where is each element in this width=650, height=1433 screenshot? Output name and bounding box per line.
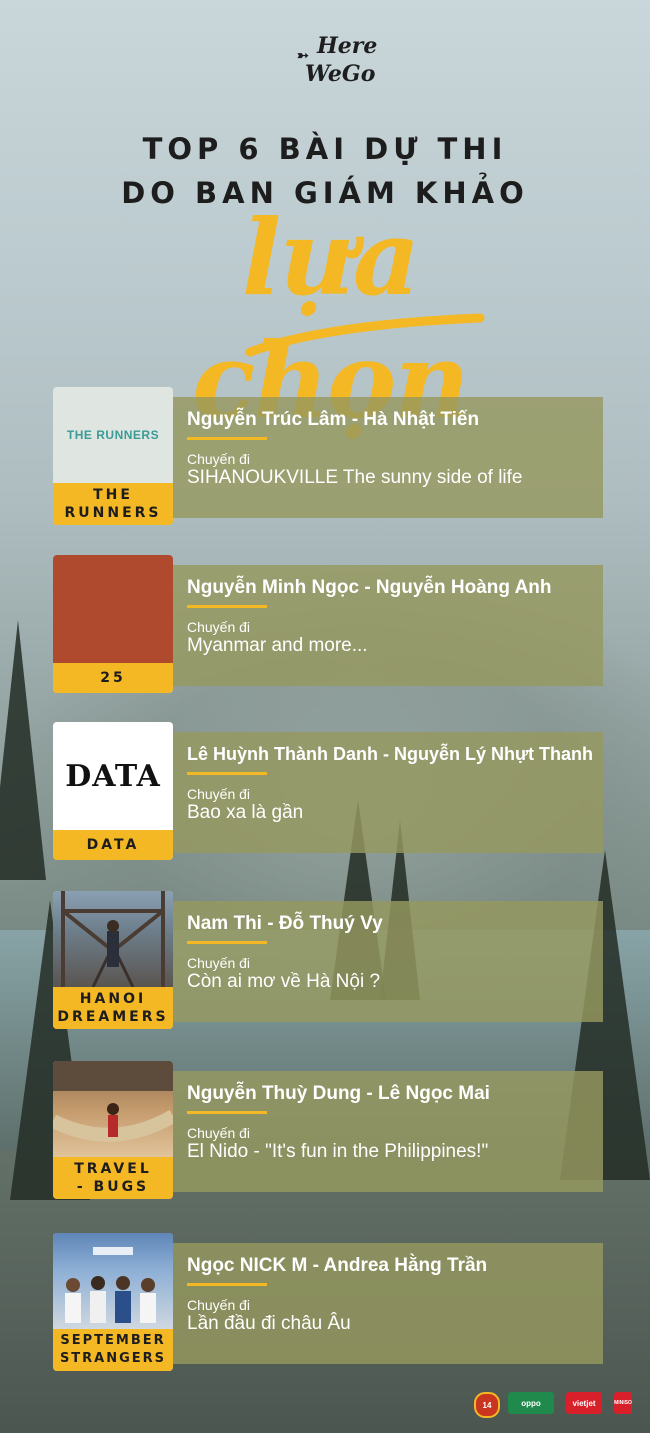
accent-underline [187,1111,267,1114]
entry-thumbnail[interactable]: THE RUNNERS THE RUNNERS [53,387,173,525]
team-photo [53,1233,173,1329]
entry-subtitle: Chuyến đi [187,1125,251,1141]
entry-thumbnail[interactable]: HANOI DREAMERS [53,891,173,1029]
hammock-photo-icon [53,1061,173,1142]
entry-trip: Bao xa là gần [187,802,304,823]
team-logo-image: THE RUNNERS [53,387,173,483]
accent-underline [187,772,267,775]
team-name-label: DATA [53,830,173,860]
group-photo-icon [65,1247,156,1323]
entry-subtitle: Chuyến đi [187,619,251,635]
logo-line2: WeGo [305,61,376,87]
entry-thumbnail[interactable]: TRAVEL - BUGS [53,1061,173,1199]
entry-card[interactable]: DATA DATA Lê Huỳnh Thành Danh - Nguyễn L… [53,722,603,862]
team-logo-text: DATA [65,758,161,794]
entry-trip: Lần đầu đi châu Âu [187,1313,351,1334]
entry-card[interactable]: TRAVEL - BUGS Nguyễn Thuỳ Dung - Lê Ngọc… [53,1061,603,1201]
entry-subtitle: Chuyến đi [187,451,251,467]
entry-thumbnail[interactable]: 25 [53,555,173,693]
logo-line1: Here [317,33,378,59]
entry-card[interactable]: 25 Nguyễn Minh Ngọc - Nguyễn Hoàng Anh C… [53,555,603,695]
bridge-photo-icon [61,891,165,987]
sponsor-logos: 14 oppo vietjet MINISO [470,1388,640,1422]
entry-names: Nguyễn Minh Ngọc - Nguyễn Hoàng Anh [187,577,552,598]
entry-trip: Myanmar and more... [187,635,368,656]
entry-trip: El Nido - "It's fun in the Philippines!" [187,1141,489,1162]
team-logo-text: THE RUNNERS [66,428,160,442]
team-name-label: THE RUNNERS [53,483,173,525]
sponsor-vietjet-logo: vietjet [566,1392,602,1414]
entry-card[interactable]: HANOI DREAMERS Nam Thi - Đỗ Thuý Vy Chuy… [53,891,603,1031]
team-logo-image: DATA [53,722,173,830]
entry-trip: Còn ai mơ về Hà Nội ? [187,971,381,992]
entry-trip: SIHANOUKVILLE The sunny side of life [187,467,523,488]
team-photo [53,1061,173,1157]
team-name-label: HANOI DREAMERS [53,987,173,1029]
sponsor-miniso-logo: MINISO [614,1392,632,1414]
entry-names: Nam Thi - Đỗ Thuý Vy [187,913,383,934]
team-photo [53,891,173,987]
heading-line1: TOP 6 BÀI DỰ THI [142,132,508,166]
sponsor-oppo-logo: oppo [508,1392,554,1414]
tree-silhouette [0,620,46,880]
team-name-label: SEPTEMBER STRANGERS [53,1329,173,1371]
entry-names: Ngọc NICK M - Andrea Hằng Trần [187,1255,488,1276]
entry-subtitle: Chuyến đi [187,955,251,971]
sponsor-14-logo: 14 [474,1392,500,1418]
team-name-label: TRAVEL - BUGS [53,1157,173,1199]
brush-swoosh [245,313,485,357]
entry-card[interactable]: THE RUNNERS THE RUNNERS Nguyễn Trúc Lâm … [53,387,603,527]
entry-subtitle: Chuyến đi [187,786,251,802]
here-we-go-logo: ➳ Here WeGo [295,30,378,100]
team-name-label: 25 [53,663,173,693]
entry-subtitle: Chuyến đi [187,1297,251,1313]
entry-names: Nguyễn Thuỳ Dung - Lê Ngọc Mai [187,1083,490,1104]
entry-names: Lê Huỳnh Thành Danh - Nguyễn Lý Nhựt Tha… [187,744,594,764]
team-logo-image [53,555,173,663]
accent-underline [187,941,267,944]
entry-thumbnail[interactable]: DATA DATA [53,722,173,860]
accent-underline [187,1283,267,1286]
accent-underline [187,437,267,440]
accent-underline [187,605,267,608]
entry-names: Nguyễn Trúc Lâm - Hà Nhật Tiến [187,409,480,430]
entry-card[interactable]: SEPTEMBER STRANGERS Ngọc NICK M - Andrea… [53,1233,603,1373]
entry-thumbnail[interactable]: SEPTEMBER STRANGERS [53,1233,173,1371]
